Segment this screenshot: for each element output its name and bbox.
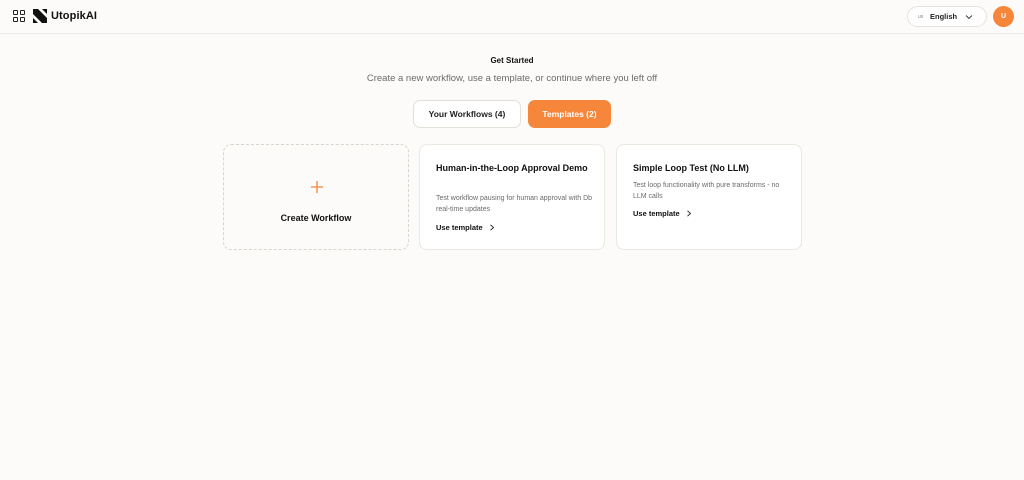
use-template-button[interactable]: Use template bbox=[633, 209, 692, 218]
tab-templates[interactable]: Templates (2) bbox=[528, 100, 611, 128]
template-card: Simple Loop Test (No LLM) Test loop func… bbox=[616, 144, 802, 250]
create-workflow-label: Create Workflow bbox=[280, 213, 352, 223]
page-subtitle: Create a new workflow, use a template, o… bbox=[366, 73, 658, 84]
chevron-right-icon bbox=[489, 224, 494, 231]
language-selector[interactable]: us English bbox=[907, 6, 987, 27]
page-title: Get Started bbox=[490, 56, 534, 65]
template-description: Test loop functionality with pure transf… bbox=[633, 182, 780, 200]
chevron-down-icon bbox=[965, 14, 973, 19]
utopikai-logo-icon bbox=[33, 9, 47, 23]
brand-name: UtopikAI bbox=[51, 10, 98, 22]
template-title: Human-in-the-Loop Approval Demo bbox=[436, 163, 588, 173]
create-workflow-card[interactable]: Create Workflow bbox=[223, 144, 409, 250]
plus-icon bbox=[311, 181, 323, 193]
use-template-label: Use template bbox=[633, 209, 680, 218]
template-title: Simple Loop Test (No LLM) bbox=[633, 163, 749, 173]
use-template-button[interactable]: Use template bbox=[436, 223, 495, 232]
top-bar: UtopikAI us English U bbox=[0, 0, 1024, 34]
language-flag: us bbox=[918, 13, 924, 20]
use-template-label: Use template bbox=[436, 223, 483, 232]
tab-your-workflows[interactable]: Your Workflows (4) bbox=[413, 100, 521, 128]
chevron-right-icon bbox=[686, 210, 691, 217]
apps-grid-icon[interactable] bbox=[13, 10, 25, 22]
language-label: English bbox=[930, 12, 958, 21]
user-avatar[interactable]: U bbox=[993, 6, 1014, 27]
template-card: Human-in-the-Loop Approval Demo Test wor… bbox=[419, 144, 605, 250]
template-description: Test workflow pausing for human approval… bbox=[436, 195, 593, 213]
